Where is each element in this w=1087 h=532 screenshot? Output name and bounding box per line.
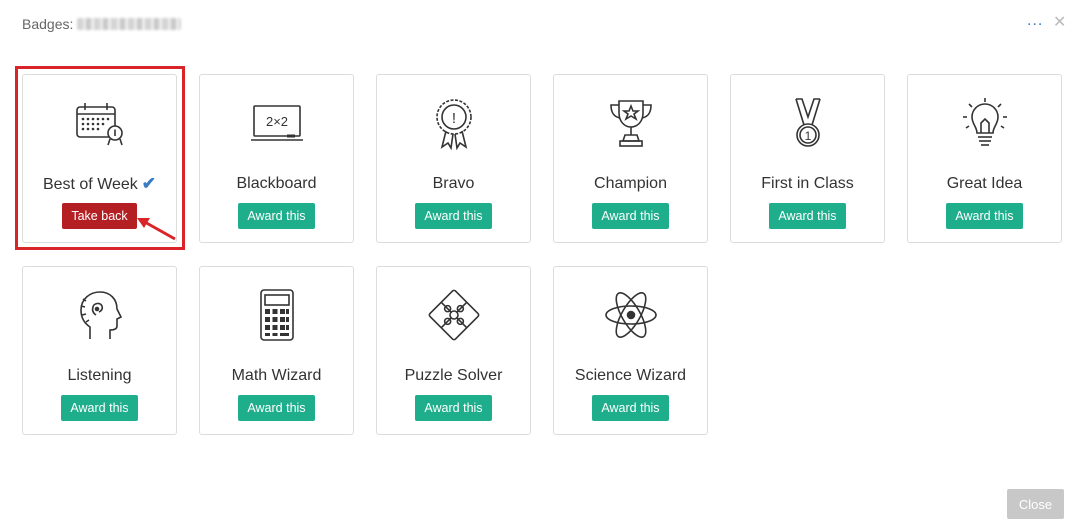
award-this-button[interactable]: Award this: [592, 395, 669, 421]
medal-icon: 1: [778, 93, 838, 153]
badge-label: Blackboard: [236, 175, 317, 192]
badge-label: Math Wizard: [231, 367, 322, 384]
trophy-icon: [601, 93, 661, 153]
atom-icon: [601, 285, 661, 345]
close-icon[interactable]: ✕: [1053, 12, 1066, 32]
lightbulb-icon: [955, 93, 1015, 153]
svg-text:2×2: 2×2: [265, 114, 287, 129]
award-this-button[interactable]: Award this: [238, 395, 315, 421]
pointer-arrow-icon: [137, 218, 176, 241]
badge-label: Bravo: [432, 175, 475, 192]
close-button[interactable]: Close: [1007, 489, 1064, 519]
award-this-button[interactable]: Award this: [415, 395, 492, 421]
badge-card-bravo: ! Bravo Award this: [376, 74, 531, 243]
award-this-button[interactable]: Award this: [238, 203, 315, 229]
badge-label: Listening: [67, 367, 132, 384]
award-this-button[interactable]: Award this: [592, 203, 669, 229]
badge-label: Science Wizard: [574, 367, 687, 384]
rosette-icon: !: [424, 93, 484, 153]
award-this-button[interactable]: Award this: [946, 203, 1023, 229]
svg-text:!: !: [451, 110, 455, 127]
puzzle-icon: [424, 285, 484, 345]
badge-card-champion: Champion Award this: [553, 74, 708, 243]
head-listening-icon: [70, 285, 130, 345]
award-this-button[interactable]: Award this: [61, 395, 138, 421]
badge-label: Puzzle Solver: [404, 367, 503, 384]
more-options-icon[interactable]: ...: [1027, 12, 1043, 30]
badge-card-listening: Listening Award this: [22, 266, 177, 435]
badge-card-math-wizard: Math Wizard Award this: [199, 266, 354, 435]
badge-card-science-wizard: Science Wizard Award this: [553, 266, 708, 435]
award-this-button[interactable]: Award this: [415, 203, 492, 229]
dialog-header: Badges:: [22, 14, 182, 34]
badge-card-puzzle-solver: Puzzle Solver Award this: [376, 266, 531, 435]
blackboard-icon: 2×2: [247, 93, 307, 153]
badge-label: First in Class: [761, 175, 854, 192]
badge-label: Great Idea: [946, 175, 1023, 192]
badge-card-great-idea: Great Idea Award this: [907, 74, 1062, 243]
calculator-icon: [247, 285, 307, 345]
badge-card-blackboard: 2×2 Blackboard Award this: [199, 74, 354, 243]
redacted-student-name: [77, 18, 182, 30]
badge-card-first-in-class: 1 First in Class Award this: [730, 74, 885, 243]
dialog-title: Badges:: [22, 16, 74, 32]
svg-text:1: 1: [804, 129, 811, 143]
award-this-button[interactable]: Award this: [769, 203, 846, 229]
badge-label: Champion: [594, 175, 667, 192]
